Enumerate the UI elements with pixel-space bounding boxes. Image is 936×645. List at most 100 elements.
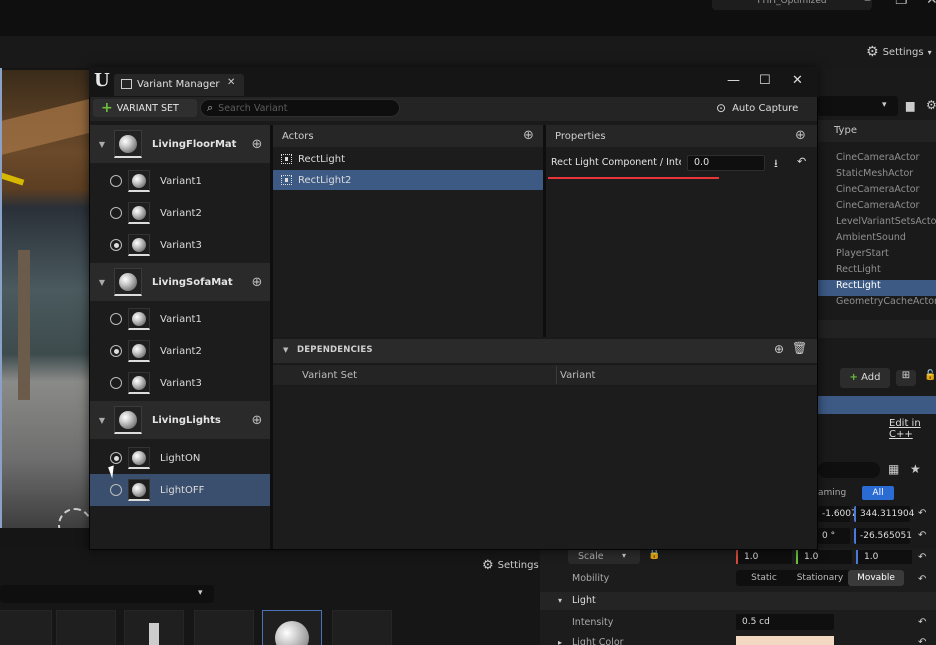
scale-y-field[interactable]: 1.0 <box>796 550 852 564</box>
chevron-down-icon[interactable]: ▼ <box>90 416 114 425</box>
maximize-icon[interactable]: ☐ <box>759 73 771 88</box>
tab-gaming[interactable]: aming <box>818 488 846 498</box>
selected-component-row[interactable] <box>818 396 936 414</box>
outliner-type-row[interactable]: StaticMeshActor <box>836 168 913 179</box>
reset-icon[interactable]: ↶ <box>918 530 926 541</box>
intensity-field[interactable]: 0.5 cd <box>736 614 834 630</box>
variant-radio-active[interactable] <box>110 345 122 357</box>
add-component-button[interactable]: + Add <box>840 368 890 388</box>
asset-thumbnail[interactable] <box>194 610 254 645</box>
chevron-down-icon[interactable]: ▼ <box>90 140 114 149</box>
variant-item[interactable]: Variant1 <box>90 165 270 197</box>
add-variant-set-button[interactable]: + VARIANT SET <box>93 99 197 117</box>
search-variant-box[interactable]: ⌕ <box>200 99 400 117</box>
variant-radio[interactable] <box>110 207 122 219</box>
outliner-type-row[interactable]: LevelVariantSetsActor <box>836 216 936 227</box>
chevron-down-icon[interactable]: ▾ <box>882 100 887 110</box>
variant-item[interactable]: LightON <box>90 442 270 474</box>
variant-radio[interactable] <box>110 175 122 187</box>
settings-button[interactable]: ⚙ Settings ▾ <box>866 44 932 60</box>
outliner-type-row[interactable]: AmbientSound <box>836 232 906 243</box>
column-variant-set[interactable]: Variant Set <box>302 370 357 381</box>
variant-radio[interactable] <box>110 484 122 496</box>
gear-icon[interactable]: ⚙ <box>926 98 936 112</box>
asset-thumbnail-selected[interactable] <box>262 610 322 645</box>
rotation-y-field[interactable]: 0 ° <box>818 528 850 544</box>
light-section-header[interactable] <box>540 592 936 610</box>
close-tab-icon[interactable]: ✕ <box>227 77 235 88</box>
location-z-field[interactable]: 344.311904 <box>854 506 914 522</box>
variant-item[interactable]: Variant3 <box>90 229 270 261</box>
content-path-bar[interactable] <box>0 585 214 603</box>
light-color-swatch[interactable] <box>736 636 834 645</box>
lock-icon[interactable]: 🔓 <box>924 370 936 381</box>
variant-item-selected[interactable]: LightOFF <box>90 474 270 506</box>
reset-icon[interactable]: ↶ <box>918 637 926 645</box>
column-divider[interactable] <box>556 366 557 384</box>
actor-row-selected[interactable]: RectLight2 <box>273 170 543 190</box>
variant-radio-active[interactable] <box>110 452 122 464</box>
variant-item[interactable]: Variant2 <box>90 335 270 367</box>
variant-set-livinglights[interactable]: ▼ LivingLights ⊕ <box>90 401 270 439</box>
reset-icon[interactable]: ↶ <box>918 617 926 628</box>
reset-icon[interactable]: ↶ <box>918 508 926 519</box>
reset-icon[interactable]: ↶ <box>918 552 926 563</box>
variant-item[interactable]: Variant1 <box>90 303 270 335</box>
scale-z-field[interactable]: 1.0 <box>856 550 912 564</box>
variant-set-livingsofamat[interactable]: ▼ LivingSofaMat ⊕ <box>90 263 270 301</box>
tab-all[interactable]: All <box>862 486 894 500</box>
content-settings-button[interactable]: ⚙ Settings <box>482 558 539 573</box>
auto-capture-button[interactable]: ⊙ Auto Capture <box>716 101 798 115</box>
asset-thumbnail[interactable] <box>124 610 184 645</box>
search-variant-input[interactable] <box>218 102 379 114</box>
column-variant[interactable]: Variant <box>560 370 595 381</box>
variant-radio-active[interactable] <box>110 239 122 251</box>
outliner-type-row[interactable]: GeometryCacheActor <box>836 296 936 307</box>
add-actor-icon[interactable]: ⊕ <box>523 128 534 143</box>
outliner-type-row[interactable]: CineCameraActor <box>836 184 919 195</box>
star-icon[interactable]: ★ <box>910 462 921 476</box>
trash-icon[interactable]: 🗑 <box>792 341 807 355</box>
minimize-icon[interactable]: – <box>864 0 871 8</box>
asset-thumbnail[interactable] <box>0 610 52 645</box>
chevron-down-icon[interactable]: ▼ <box>90 278 114 287</box>
add-dependency-icon[interactable]: ⊕ <box>774 342 784 356</box>
variant-radio[interactable] <box>110 377 122 389</box>
add-variant-icon[interactable]: ⊕ <box>244 413 270 428</box>
viewport-gizmo[interactable] <box>58 508 90 528</box>
variant-item[interactable]: Variant3 <box>90 367 270 399</box>
location-y-field[interactable]: -1.60073 <box>818 506 862 522</box>
add-variant-icon[interactable]: ⊕ <box>244 137 270 152</box>
mobility-stationary[interactable]: Stationary <box>792 570 848 586</box>
details-search-input[interactable] <box>818 462 880 478</box>
add-variant-icon[interactable]: ⊕ <box>244 275 270 290</box>
add-property-icon[interactable]: ⊕ <box>795 128 806 143</box>
close-icon[interactable]: ✕ <box>926 0 936 8</box>
folder-icon[interactable]: ▆ <box>906 99 914 112</box>
outliner-type-row[interactable]: RectLight <box>836 280 881 291</box>
restore-icon[interactable]: ❐ <box>895 0 908 8</box>
actor-row[interactable]: RectLight <box>273 149 543 169</box>
outliner-type-row[interactable]: RectLight <box>836 264 881 275</box>
mobility-static[interactable]: Static <box>736 570 792 586</box>
outliner-type-row[interactable]: PlayerStart <box>836 248 889 259</box>
close-icon[interactable]: ✕ <box>792 73 803 88</box>
outliner-type-row[interactable]: CineCameraActor <box>836 200 919 211</box>
level-viewport[interactable] <box>0 70 90 528</box>
variant-item[interactable]: Variant2 <box>90 197 270 229</box>
variant-radio[interactable] <box>110 313 122 325</box>
mobility-movable[interactable]: Movable <box>848 570 904 586</box>
property-value-field[interactable]: 0.0 <box>687 155 765 171</box>
scale-x-field[interactable]: 1.0 <box>736 550 792 564</box>
minimize-icon[interactable]: — <box>727 73 740 88</box>
asset-thumbnail[interactable] <box>332 610 392 645</box>
grid-icon[interactable]: ▦ <box>888 462 899 476</box>
lock-icon[interactable]: 🔒 <box>648 549 660 560</box>
record-property-icon[interactable]: ⭳ <box>774 155 778 174</box>
reset-icon[interactable]: ↶ <box>797 155 806 168</box>
blueprint-icon[interactable]: ⊞ <box>896 370 916 386</box>
outliner-type-row[interactable]: CineCameraActor <box>836 152 919 163</box>
asset-thumbnail[interactable] <box>56 610 116 645</box>
chevron-down-icon[interactable]: ▾ <box>198 588 203 598</box>
outliner-type-header[interactable]: Type <box>834 125 857 136</box>
